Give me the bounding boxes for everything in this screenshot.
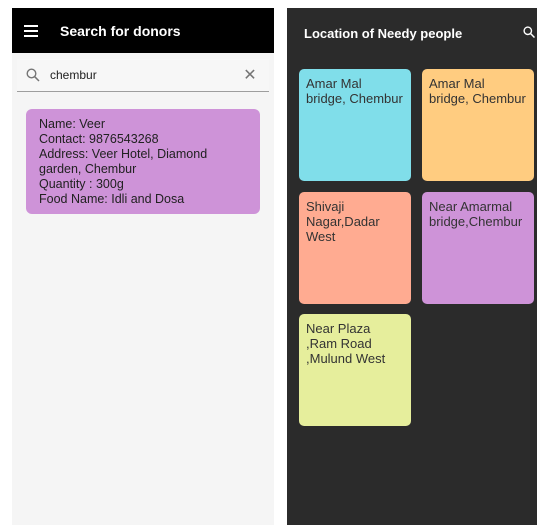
location-card[interactable]: Near Amarmal bridge,Chembur <box>422 192 534 304</box>
page-title: Search for donors <box>60 22 181 39</box>
app-bar: Location of Needy people <box>287 8 537 58</box>
donor-address: Address: Veer Hotel, Diamond <box>39 147 208 161</box>
donor-name: Name: Veer <box>39 117 106 131</box>
app-bar: Search for donors <box>12 8 274 53</box>
location-card[interactable]: Amar Mal bridge, Chembur <box>422 69 534 181</box>
donor-card[interactable]: Name: Veer Contact: 9876543268 Address: … <box>26 109 260 214</box>
donor-quantity: Quantity : 300g <box>39 177 124 191</box>
donor-address-cont: garden, Chembur <box>39 162 137 176</box>
search-icon[interactable] <box>523 26 535 38</box>
location-card[interactable]: Shivaji Nagar,Dadar West <box>299 192 411 304</box>
menu-icon[interactable] <box>24 24 38 37</box>
needy-locations-screen: Location of Needy people Amar Mal bridge… <box>287 8 537 525</box>
page-title: Location of Needy people <box>304 25 463 41</box>
location-card[interactable]: Near Plaza ,Ram Road ,Mulund West <box>299 314 411 426</box>
donor-food: Food Name: Idli and Dosa <box>39 192 185 206</box>
search-bar[interactable]: chembur ✕ <box>17 59 269 92</box>
close-icon[interactable]: ✕ <box>240 65 260 85</box>
donor-search-screen: Search for donors chembur ✕ Name: Veer C… <box>12 8 274 525</box>
search-input[interactable]: chembur <box>50 68 240 82</box>
donor-contact: Contact: 9876543268 <box>39 132 159 146</box>
search-icon <box>26 68 40 82</box>
location-card[interactable]: Amar Mal bridge, Chembur <box>299 69 411 181</box>
